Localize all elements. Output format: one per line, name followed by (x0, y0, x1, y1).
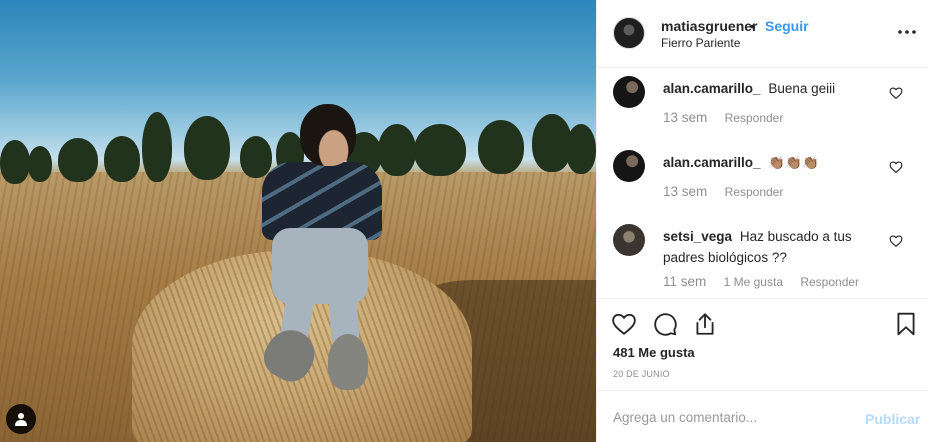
heart-icon[interactable] (889, 160, 903, 174)
comment-username[interactable]: alan.camarillo_ (663, 81, 761, 96)
photo-tree (478, 120, 524, 174)
likes-count[interactable]: 481 Me gusta (613, 345, 695, 360)
heart-icon[interactable] (889, 86, 903, 100)
comment-bubble-icon[interactable] (652, 311, 678, 337)
publish-button[interactable]: Publicar (865, 411, 920, 427)
comment-input[interactable] (613, 406, 843, 428)
comment-text: setsi_vega Haz buscado a tus padres biol… (663, 226, 883, 268)
avatar[interactable] (613, 150, 645, 182)
avatar[interactable] (613, 17, 645, 49)
comment-item: alan.camarillo_ 👏🏽👏🏽👏🏽 13 sem Responder (597, 142, 928, 216)
comment-meta: 11 sem 1 Me gusta Responder (663, 274, 873, 289)
comment-text: alan.camarillo_ 👏🏽👏🏽👏🏽 (663, 152, 883, 173)
heart-icon[interactable] (889, 234, 903, 248)
photo-tree (378, 124, 416, 176)
photo-tree (0, 140, 30, 184)
avatar[interactable] (613, 224, 645, 256)
photo-person-head (300, 104, 356, 166)
comment-like-count[interactable]: 1 Me gusta (724, 275, 783, 289)
reply-button[interactable]: Responder (800, 275, 859, 289)
photo-tree (28, 146, 52, 182)
bookmark-icon[interactable] (893, 311, 919, 337)
photo-tree (566, 124, 596, 174)
reply-button[interactable]: Responder (725, 111, 784, 125)
comment-time[interactable]: 11 sem (663, 274, 706, 289)
share-icon[interactable] (692, 311, 718, 337)
photo-tree (142, 112, 172, 182)
comment-meta: 13 sem Responder (663, 184, 797, 199)
comment-time[interactable]: 13 sem (663, 110, 707, 125)
photo-tree (240, 136, 272, 178)
post-actions: 481 Me gusta 20 DE JUNIO (597, 298, 928, 390)
photo-tree (104, 136, 140, 182)
post-date[interactable]: 20 DE JUNIO (613, 369, 670, 379)
post-location[interactable]: Fierro Pariente (661, 36, 740, 50)
comment-text: alan.camarillo_ Buena geiii (663, 78, 883, 99)
post-sidebar: matiasgruener • Seguir Fierro Pariente a… (596, 0, 928, 442)
user-tag-icon[interactable] (6, 404, 36, 434)
comment-username[interactable]: setsi_vega (663, 229, 732, 244)
post-photo[interactable] (0, 0, 596, 442)
ellipsis-icon[interactable] (895, 20, 919, 44)
photo-tree (414, 124, 466, 176)
photo-tree (184, 116, 230, 180)
comment-item: alan.camarillo_ Buena geiii 13 sem Respo… (597, 68, 928, 142)
post-owner-username[interactable]: matiasgruener (661, 18, 757, 34)
header-separator: • (750, 18, 755, 34)
photo-person-shoe (328, 334, 368, 390)
heart-icon[interactable] (611, 311, 637, 337)
post-header: matiasgruener • Seguir Fierro Pariente (597, 0, 928, 68)
comment-body: Buena geiii (768, 81, 836, 96)
comment-item: setsi_vega Haz buscado a tus padres biol… (597, 216, 928, 298)
photo-tree (58, 138, 98, 182)
comment-body: 👏🏽👏🏽👏🏽 (768, 155, 819, 170)
photo-person-legs (272, 228, 368, 304)
comment-time[interactable]: 13 sem (663, 184, 707, 199)
add-comment-bar: Publicar (597, 390, 928, 442)
comment-meta: 13 sem Responder (663, 110, 797, 125)
reply-button[interactable]: Responder (725, 185, 784, 199)
follow-button[interactable]: Seguir (765, 18, 809, 34)
avatar[interactable] (613, 76, 645, 108)
comment-username[interactable]: alan.camarillo_ (663, 155, 761, 170)
comments-list[interactable]: alan.camarillo_ Buena geiii 13 sem Respo… (597, 68, 928, 298)
